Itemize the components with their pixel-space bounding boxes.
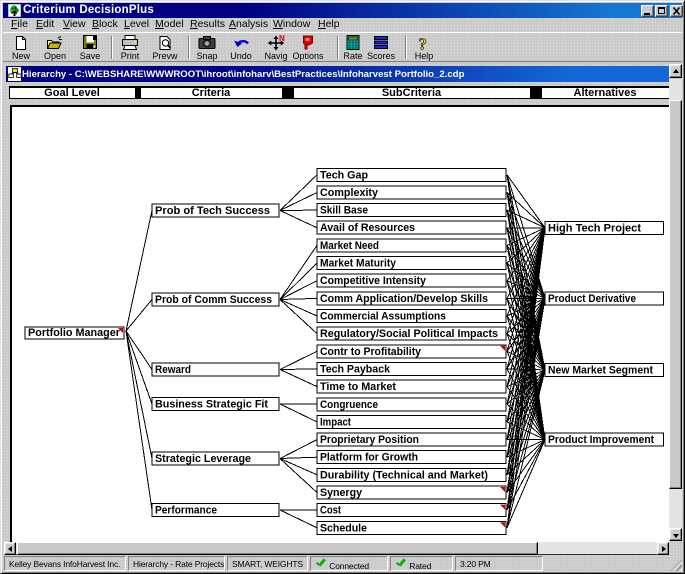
- svg-text:N: N: [279, 35, 285, 43]
- svg-text:Schedule: Schedule: [320, 522, 367, 534]
- svg-text:Commercial Assumptions: Commercial Assumptions: [320, 311, 446, 323]
- svg-text:Prob of Comm Success: Prob of Comm Success: [155, 294, 272, 306]
- svg-text:Impact: Impact: [320, 416, 351, 428]
- svg-text:Durability (Technical and Mark: Durability (Technical and Market): [320, 469, 488, 481]
- svg-text:Congruence: Congruence: [320, 399, 378, 411]
- svg-text:Platform for Growth: Platform for Growth: [320, 452, 418, 464]
- svg-text:Product Improvement: Product Improvement: [548, 434, 654, 446]
- svg-text:Synergy: Synergy: [320, 487, 363, 499]
- svg-text:Competitive Intensity: Competitive Intensity: [320, 275, 427, 287]
- svg-text:Contr to Profitability: Contr to Profitability: [320, 346, 422, 358]
- svg-text:Tech Gap: Tech Gap: [320, 169, 368, 181]
- svg-text:Market Need: Market Need: [320, 240, 379, 252]
- svg-text:Reward: Reward: [155, 364, 191, 376]
- svg-text:Tech Payback: Tech Payback: [320, 363, 391, 375]
- svg-text:Complexity: Complexity: [320, 187, 379, 199]
- svg-text:Portfolio Manager: Portfolio Manager: [28, 327, 121, 339]
- svg-text:New Market Segment: New Market Segment: [548, 364, 653, 376]
- svg-text:Cost: Cost: [320, 505, 341, 517]
- svg-text:High Tech Project: High Tech Project: [548, 222, 641, 234]
- svg-text:Regulatory/Social Political Im: Regulatory/Social Political Impacts: [320, 328, 498, 340]
- svg-text:Time to Market: Time to Market: [320, 381, 396, 393]
- svg-text:Comm Application/Develop Skill: Comm Application/Develop Skills: [320, 293, 488, 305]
- svg-text:Proprietary Position: Proprietary Position: [320, 434, 419, 446]
- svg-text:Strategic Leverage: Strategic Leverage: [155, 453, 251, 465]
- svg-text:Prob of Tech Success: Prob of Tech Success: [155, 205, 270, 217]
- svg-text:Product Derivative: Product Derivative: [548, 293, 636, 305]
- svg-text:Performance: Performance: [155, 505, 217, 517]
- svg-text:Business Strategic Fit: Business Strategic Fit: [155, 399, 268, 411]
- svg-text:?: ?: [419, 35, 428, 52]
- svg-text:Market Maturity: Market Maturity: [320, 258, 397, 270]
- svg-text:Avail of Resources: Avail of Resources: [320, 222, 415, 234]
- svg-text:Skill Base: Skill Base: [320, 205, 368, 217]
